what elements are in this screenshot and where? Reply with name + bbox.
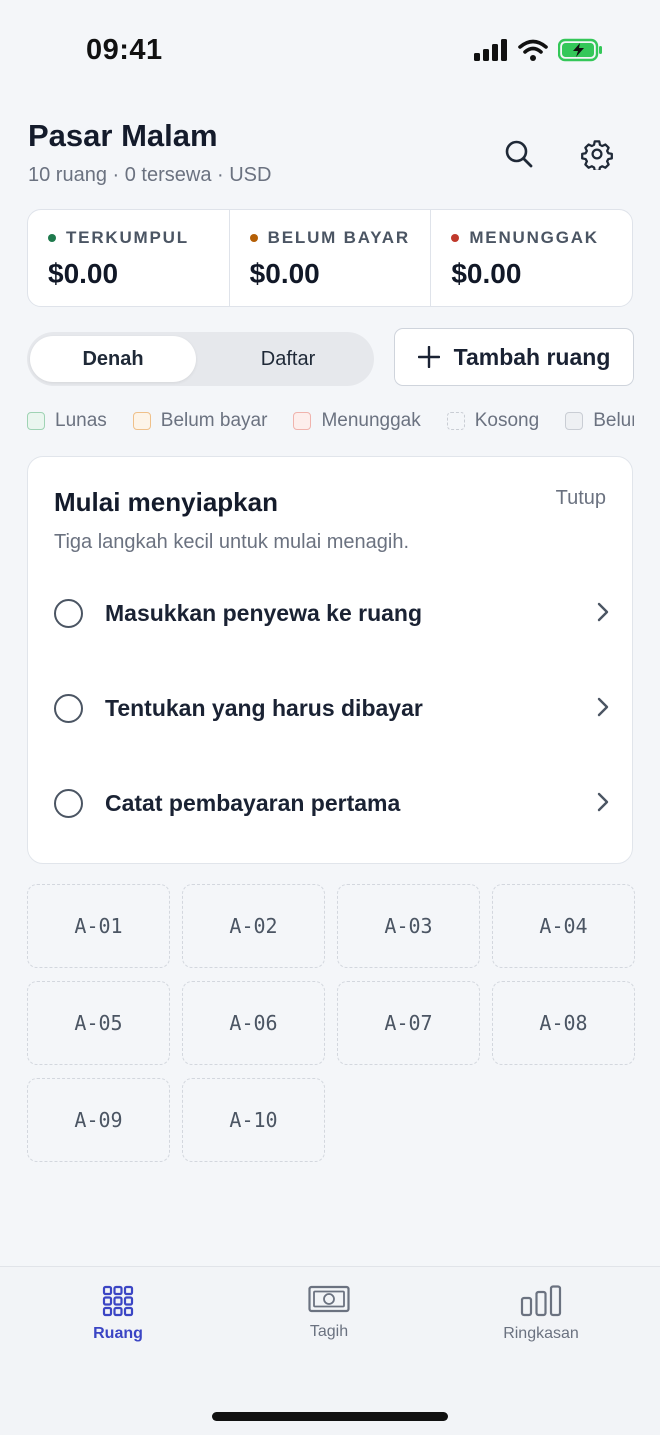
space-tile[interactable]: A-02 <box>182 884 325 968</box>
tab-label: Ringkasan <box>503 1325 579 1342</box>
legend-swatch <box>446 412 465 430</box>
space-tile[interactable]: A-07 <box>337 981 480 1065</box>
legend-unpaid: Belum bayar <box>132 410 268 432</box>
chevron-right-icon <box>597 697 609 717</box>
stat-unpaid: BELUM BAYAR $0.00 <box>228 210 431 306</box>
legend-swatch <box>27 412 45 430</box>
stat-value: $0.00 <box>249 258 320 289</box>
chevron-right-icon <box>597 792 609 812</box>
legend-not-yet: Belum <box>565 410 634 432</box>
plus-icon <box>417 346 440 368</box>
bottom-tab-bar: Ruang Tagih Ringkasan <box>0 1266 660 1435</box>
legend-paid: Lunas <box>27 410 107 432</box>
space-tile[interactable]: A-01 <box>27 884 170 968</box>
onboarding-subtitle: Tiga langkah kecil untuk mulai menagih. <box>54 531 410 553</box>
stat-label: BELUM BAYAR <box>267 228 410 247</box>
status-bar: 09:41 <box>0 0 660 110</box>
legend-label: Menunggak <box>321 410 421 431</box>
view-toggle: Denah Daftar <box>27 332 374 386</box>
legend-swatch <box>132 412 151 430</box>
legend-swatch <box>293 412 312 430</box>
tab-map-view[interactable]: Denah <box>30 336 196 382</box>
space-grid: A-01 A-02 A-03 A-04 A-05 A-06 A-07 A-08 … <box>27 884 635 1162</box>
legend-label: Belum bayar <box>160 410 268 431</box>
stat-overdue: MENUNGGAK $0.00 <box>430 210 632 306</box>
page-title: Pasar Malam <box>28 118 218 153</box>
banknote-icon <box>308 1285 350 1313</box>
status-time: 09:41 <box>86 34 163 66</box>
tab-label: Ruang <box>93 1325 143 1342</box>
legend-label: Lunas <box>55 410 107 431</box>
battery-charging-icon <box>558 38 602 62</box>
home-indicator[interactable] <box>212 1412 448 1421</box>
legend-label: Kosong <box>474 410 540 431</box>
space-tile[interactable]: A-04 <box>492 884 635 968</box>
status-legend: Lunas Belum bayar Menunggak Kosong Belum <box>27 408 634 434</box>
collected-dot-icon <box>48 234 56 242</box>
onboarding-title: Mulai menyiapkan <box>54 487 278 517</box>
onboarding-step-add-tenant[interactable]: Masukkan penyewa ke ruang <box>54 583 610 643</box>
step-label: Tentukan yang harus dibayar <box>105 694 423 721</box>
stat-value: $0.00 <box>451 258 522 289</box>
tab-summary[interactable]: Ringkasan <box>471 1285 611 1343</box>
add-space-button[interactable]: Tambah ruang <box>394 328 634 386</box>
bar-chart-icon <box>520 1285 562 1317</box>
legend-swatch <box>565 412 584 430</box>
stat-collected: TERKUMPUL $0.00 <box>28 210 229 306</box>
search-icon <box>505 140 533 168</box>
onboarding-card: Mulai menyiapkan Tutup Tiga langkah keci… <box>27 456 633 864</box>
space-tile[interactable]: A-03 <box>337 884 480 968</box>
settings-button[interactable] <box>579 136 615 172</box>
legend-empty: Kosong <box>446 410 540 432</box>
search-button[interactable] <box>501 136 537 172</box>
space-tile[interactable]: A-09 <box>27 1078 170 1162</box>
space-tile[interactable]: A-06 <box>182 981 325 1065</box>
legend-overdue: Menunggak <box>293 410 421 432</box>
tab-list-view[interactable]: Daftar <box>205 336 371 382</box>
step-label: Catat pembayaran pertama <box>105 789 401 816</box>
grid-icon <box>102 1285 134 1317</box>
page-subtitle: 10 ruang · 0 tersewa · USD <box>28 164 272 186</box>
space-tile[interactable]: A-05 <box>27 981 170 1065</box>
space-tile[interactable]: A-08 <box>492 981 635 1065</box>
payment-summary-card: TERKUMPUL $0.00 BELUM BAYAR $0.00 MENUNG… <box>27 209 633 307</box>
overdue-dot-icon <box>451 234 460 242</box>
page-header: Pasar Malam 10 ruang · 0 tersewa · USD <box>28 118 632 190</box>
tab-label: Tagih <box>309 1323 349 1340</box>
gear-icon <box>581 140 613 170</box>
onboarding-step-record-payment[interactable]: Catat pembayaran pertama <box>54 773 610 833</box>
onboarding-close-button[interactable]: Tutup <box>556 487 606 510</box>
wifi-icon <box>518 39 548 61</box>
unpaid-dot-icon <box>249 234 258 242</box>
stat-label: MENUNGGAK <box>469 228 599 247</box>
space-tile[interactable]: A-10 <box>182 1078 325 1162</box>
chevron-right-icon <box>597 602 609 622</box>
tab-billing[interactable]: Tagih <box>259 1285 399 1341</box>
stat-value: $0.00 <box>48 258 119 289</box>
step-label: Masukkan penyewa ke ruang <box>105 599 423 626</box>
tab-spaces[interactable]: Ruang <box>48 1285 188 1343</box>
step-incomplete-icon <box>54 693 83 723</box>
cellular-signal-icon <box>474 39 507 61</box>
legend-label: Belum <box>593 410 634 431</box>
stat-label: TERKUMPUL <box>66 228 189 247</box>
step-incomplete-icon <box>54 788 83 818</box>
add-space-label: Tambah ruang <box>453 343 611 370</box>
status-icons <box>474 38 604 62</box>
onboarding-step-set-charges[interactable]: Tentukan yang harus dibayar <box>54 678 610 738</box>
step-incomplete-icon <box>54 598 83 628</box>
